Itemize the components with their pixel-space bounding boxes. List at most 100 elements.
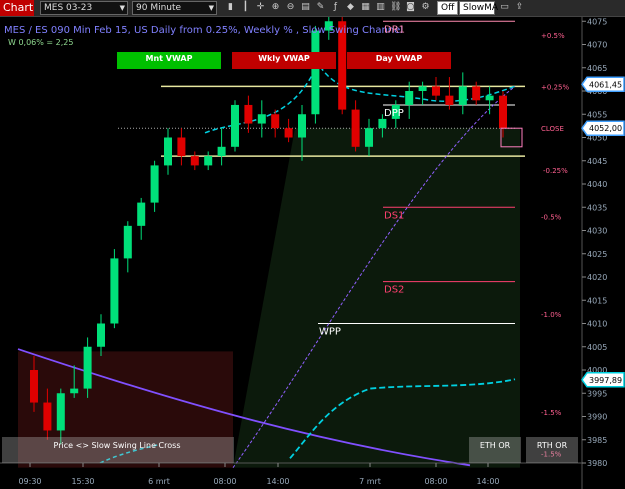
y-tick-label: 4070 bbox=[587, 41, 607, 50]
y-tick-label: 3995 bbox=[587, 389, 607, 398]
candle-chart-icon[interactable]: ┃ bbox=[240, 2, 251, 13]
candle-body bbox=[83, 346, 92, 389]
interval-value: 90 Minute bbox=[136, 3, 182, 13]
window-icon[interactable]: ▭ bbox=[499, 2, 510, 13]
properties-icon[interactable]: ▤ bbox=[300, 2, 311, 13]
candle-body bbox=[257, 114, 266, 124]
off-button[interactable]: Off bbox=[437, 1, 459, 15]
rth-or-label: RTH OR bbox=[537, 441, 568, 450]
candle-body bbox=[110, 258, 119, 324]
y-tick-label: 4005 bbox=[587, 343, 607, 352]
bar-chart-icon[interactable]: ▮ bbox=[225, 2, 236, 13]
price-close-flag-label: 4052,00 bbox=[589, 124, 622, 133]
draw-icon[interactable]: ✎ bbox=[315, 2, 326, 13]
y-tick-label: 4065 bbox=[587, 64, 607, 73]
x-tick-label: 7 mrt bbox=[359, 477, 381, 486]
toolbar: Chart MES 03-23 ▼ 90 Minute ▼ ▮ ┃ ✛ ⊕ ⊖ ▤ … bbox=[0, 0, 625, 17]
settings-icon[interactable]: ⚙ bbox=[420, 2, 431, 13]
y-tick-label: 4045 bbox=[587, 157, 607, 166]
bullish-zone bbox=[233, 128, 520, 468]
eth-or-label: ETH OR bbox=[480, 441, 511, 450]
y-tick-label: 3985 bbox=[587, 436, 607, 445]
crosshair-icon[interactable]: ✛ bbox=[255, 2, 266, 13]
y-tick-label: 4030 bbox=[587, 227, 607, 236]
pct-label: CLOSE bbox=[541, 125, 564, 133]
candle-body bbox=[97, 323, 105, 347]
candle-body bbox=[137, 202, 146, 226]
link-icon[interactable]: ⛓ bbox=[390, 2, 401, 13]
chevron-down-icon: ▼ bbox=[119, 4, 125, 12]
candle-body bbox=[271, 114, 280, 129]
interval-select[interactable]: 90 Minute ▼ bbox=[132, 1, 217, 15]
y-tick-label: 4020 bbox=[587, 273, 607, 282]
candle-body bbox=[472, 86, 481, 101]
template-icon[interactable]: ▦ bbox=[360, 2, 371, 13]
y-tick-label: 3990 bbox=[587, 413, 607, 422]
indicator-select-value: SlowMA bbox=[463, 3, 499, 13]
pct-label: +0.5% bbox=[541, 32, 565, 40]
pct-label: -0.25% bbox=[543, 167, 568, 175]
candle-body bbox=[190, 156, 199, 166]
vwap-button-label: Mnt VWAP bbox=[146, 54, 193, 63]
level-label-ds2: DS2 bbox=[384, 285, 404, 296]
strategy-icon[interactable]: ◆ bbox=[345, 2, 356, 13]
x-tick-label: 08:00 bbox=[424, 477, 447, 486]
chart-area[interactable]: MES / ES 090 Min Feb 15, US Daily from 0… bbox=[0, 17, 625, 489]
candle-body bbox=[231, 104, 239, 147]
candle-body bbox=[204, 156, 213, 166]
data-box-icon[interactable]: ▥ bbox=[375, 2, 386, 13]
candle-body bbox=[445, 95, 454, 105]
instrument-select[interactable]: MES 03-23 ▼ bbox=[40, 1, 128, 15]
y-tick-label: 4075 bbox=[587, 17, 607, 26]
price-last-flag-label: 4061,45 bbox=[589, 80, 622, 89]
candle-body bbox=[284, 128, 293, 138]
x-tick-label: 08:00 bbox=[213, 477, 236, 486]
candle-body bbox=[164, 137, 172, 166]
level-label-dr1: DR1 bbox=[384, 24, 405, 35]
y-tick-label: 4035 bbox=[587, 203, 607, 212]
indicator-icon[interactable]: ƒ bbox=[330, 2, 341, 13]
price-ma-flag-label: 3997,89 bbox=[589, 376, 622, 385]
candle-body bbox=[365, 128, 373, 147]
chevron-down-icon: ▼ bbox=[208, 4, 214, 12]
vwap-button-label: Day VWAP bbox=[376, 54, 423, 63]
candle-body bbox=[150, 165, 159, 203]
indicator-select[interactable]: SlowMA bbox=[459, 1, 499, 15]
x-tick-label: 14:00 bbox=[266, 477, 289, 486]
chart-title: MES / ES 090 Min Feb 15, US Daily from 0… bbox=[4, 25, 403, 36]
level-label-ds1: DS1 bbox=[384, 210, 404, 221]
zoom-out-icon[interactable]: ⊖ bbox=[285, 2, 296, 13]
chart-subtitle: W 0,06% = 2,25 bbox=[8, 38, 73, 47]
x-tick-label: 14:00 bbox=[476, 477, 499, 486]
candle-body bbox=[30, 370, 38, 403]
x-tick-label: 09:30 bbox=[18, 477, 41, 486]
y-tick-label: 4025 bbox=[587, 250, 607, 259]
x-tick-label: 15:30 bbox=[71, 477, 94, 486]
candle-body bbox=[351, 109, 360, 147]
instrument-value: MES 03-23 bbox=[44, 3, 93, 13]
level-label-wpp: WPP bbox=[319, 327, 341, 338]
y-tick-label: 4040 bbox=[587, 180, 607, 189]
candle-body bbox=[432, 86, 440, 96]
camera-icon[interactable]: ◙ bbox=[405, 2, 416, 13]
y-tick-label: 4015 bbox=[587, 296, 607, 305]
pct-label: -0.5% bbox=[541, 214, 562, 222]
vwap-button-label: Wkly VWAP bbox=[258, 54, 310, 63]
y-tick-label: 3980 bbox=[587, 459, 607, 468]
candle-body bbox=[56, 393, 65, 431]
candle-body bbox=[311, 30, 320, 115]
chart-tab[interactable]: Chart bbox=[0, 0, 34, 16]
candle-body bbox=[217, 146, 226, 157]
candle-body bbox=[378, 118, 387, 129]
x-tick-label: 6 mrt bbox=[148, 477, 170, 486]
candle-body bbox=[244, 104, 253, 124]
pct-label: -1.5% bbox=[541, 409, 562, 417]
candle-body bbox=[298, 114, 306, 138]
share-icon[interactable]: ⇪ bbox=[514, 2, 525, 13]
zoom-in-icon[interactable]: ⊕ bbox=[270, 2, 281, 13]
candle-body bbox=[43, 402, 52, 431]
pct-label: -1.0% bbox=[541, 311, 562, 319]
candle-body bbox=[499, 95, 507, 129]
y-tick-label: 4010 bbox=[587, 320, 607, 329]
candle-body bbox=[458, 86, 467, 105]
